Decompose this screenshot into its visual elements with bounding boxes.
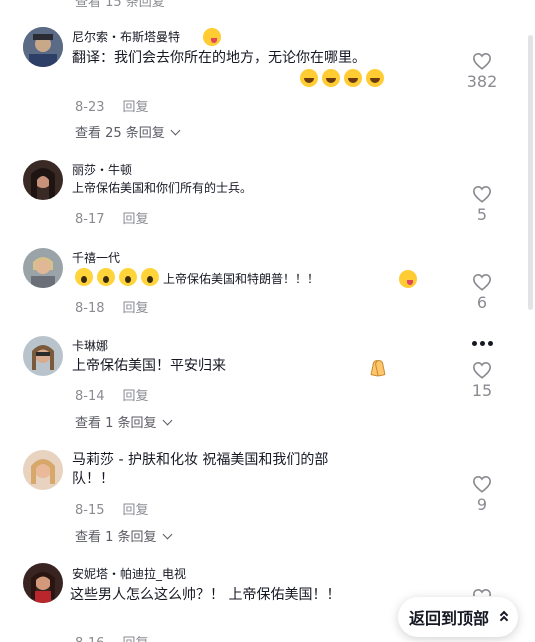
chevron-down-icon bbox=[162, 529, 172, 540]
comment-text-row: 上帝保佑美国和特朗普！！！ bbox=[75, 268, 319, 289]
comment-date: 8-15 bbox=[75, 503, 105, 518]
comment-text: 翻译：我们会去你所在的地方，无论你在哪里。 bbox=[72, 50, 366, 66]
comment-date: 8-18 bbox=[75, 301, 105, 316]
like-count: 15 bbox=[471, 381, 493, 400]
view-replies-label: 查看 1 条回复 bbox=[75, 416, 157, 431]
heart-outline-icon bbox=[472, 361, 492, 379]
comment-author[interactable]: 卡琳娜 bbox=[72, 337, 108, 354]
more-dots-icon bbox=[472, 341, 477, 346]
comment-author-line1[interactable]: 马莉莎 - 护肤和化妆 祝福美国和我们的部 bbox=[72, 450, 328, 470]
comment-meta: 8-18 回复 bbox=[75, 297, 149, 316]
pray-emoji-icon bbox=[370, 360, 386, 376]
comment-author[interactable]: 千禧一代 bbox=[72, 249, 120, 266]
comment-author[interactable]: 尼尔索・布斯塔曼特 bbox=[72, 28, 180, 45]
comment-date: 8-16 bbox=[75, 636, 105, 642]
like-count: 5 bbox=[476, 205, 488, 224]
laugh-emoji-icon bbox=[322, 69, 340, 87]
avatar[interactable] bbox=[23, 336, 63, 376]
comment-date: 8-23 bbox=[75, 100, 105, 115]
avatar[interactable] bbox=[23, 450, 63, 490]
comment-author[interactable]: 安妮塔・帕迪拉_电视 bbox=[72, 565, 186, 582]
chevron-down-icon bbox=[170, 125, 181, 136]
like-button[interactable]: 9 bbox=[462, 475, 502, 514]
reply-button[interactable]: 回复 bbox=[123, 297, 149, 316]
like-count: 6 bbox=[476, 293, 488, 312]
yum-emoji-icon bbox=[399, 270, 417, 288]
reply-button[interactable]: 回复 bbox=[123, 385, 149, 404]
comment-meta: 8-23 回复 bbox=[75, 96, 149, 115]
comment-meta: 8-14 回复 bbox=[75, 385, 149, 404]
comment-text: 上帝保佑美国！平安归来 bbox=[72, 358, 226, 374]
more-options-button[interactable] bbox=[470, 341, 494, 347]
reply-button[interactable]: 回复 bbox=[123, 499, 149, 518]
laugh-emoji-icon bbox=[366, 69, 384, 87]
reply-button[interactable]: 回复 bbox=[123, 632, 149, 642]
view-replies-label: 查看 25 条回复 bbox=[75, 126, 165, 141]
back-to-top-button[interactable]: 返回到顶部 bbox=[398, 597, 518, 637]
comment-date: 8-17 bbox=[75, 212, 105, 227]
avatar[interactable] bbox=[23, 160, 63, 200]
heart-outline-icon bbox=[472, 52, 492, 70]
scream-emoji-icon bbox=[119, 268, 137, 286]
back-to-top-label: 返回到顶部 bbox=[409, 609, 490, 628]
view-replies-button[interactable]: 查看 1 条回复 bbox=[75, 526, 172, 545]
comment-text: 上帝保佑美国和你们所有的士兵。 bbox=[72, 181, 253, 195]
top-partial-replies[interactable]: 查看 15 条回复 bbox=[75, 0, 165, 10]
like-button[interactable]: 382 bbox=[462, 52, 502, 91]
view-replies-button[interactable]: 查看 1 条回复 bbox=[75, 412, 172, 431]
like-button[interactable]: 5 bbox=[462, 185, 502, 224]
scrollbar[interactable] bbox=[528, 35, 533, 310]
heart-outline-icon bbox=[472, 475, 492, 493]
comment-author[interactable]: 丽莎・牛顿 bbox=[72, 161, 132, 178]
reply-button[interactable]: 回复 bbox=[123, 96, 149, 115]
comment-meta: 8-15 回复 bbox=[75, 499, 149, 518]
comment-date: 8-14 bbox=[75, 389, 105, 404]
heart-outline-icon bbox=[472, 273, 492, 291]
like-button[interactable]: 6 bbox=[462, 273, 502, 312]
laugh-emoji-row bbox=[300, 69, 388, 88]
chevron-down-icon bbox=[162, 415, 172, 426]
heart-outline-icon bbox=[472, 588, 492, 596]
more-dots-icon bbox=[488, 341, 493, 346]
like-count: 382 bbox=[466, 72, 498, 91]
comment-text: 这些男人怎么这么帅？！ 上帝保佑美国！！ bbox=[70, 587, 341, 603]
avatar[interactable] bbox=[23, 248, 63, 288]
view-replies-label: 查看 1 条回复 bbox=[75, 530, 157, 545]
avatar[interactable] bbox=[23, 27, 63, 67]
comment-text: 上帝保佑美国和特朗普！！！ bbox=[163, 272, 320, 286]
like-button[interactable] bbox=[462, 588, 502, 596]
comment-author-line2: 队！！ bbox=[72, 471, 114, 487]
scream-emoji-icon bbox=[75, 268, 93, 286]
view-replies-button[interactable]: 查看 25 条回复 bbox=[75, 122, 181, 141]
comment-meta: 8-16 回复 bbox=[75, 632, 149, 642]
like-count: 9 bbox=[476, 495, 488, 514]
like-button[interactable]: 15 bbox=[462, 361, 502, 400]
laugh-emoji-icon bbox=[300, 69, 318, 87]
heart-outline-icon bbox=[472, 185, 492, 203]
comment-meta: 8-17 回复 bbox=[75, 208, 149, 227]
scream-emoji-icon bbox=[97, 268, 115, 286]
more-dots-icon bbox=[480, 341, 485, 346]
avatar[interactable] bbox=[23, 563, 63, 603]
smile-emoji-icon bbox=[203, 28, 221, 46]
reply-button[interactable]: 回复 bbox=[123, 208, 149, 227]
laugh-emoji-icon bbox=[344, 69, 362, 87]
double-chevron-up-icon bbox=[499, 610, 509, 625]
scream-emoji-icon bbox=[141, 268, 159, 286]
